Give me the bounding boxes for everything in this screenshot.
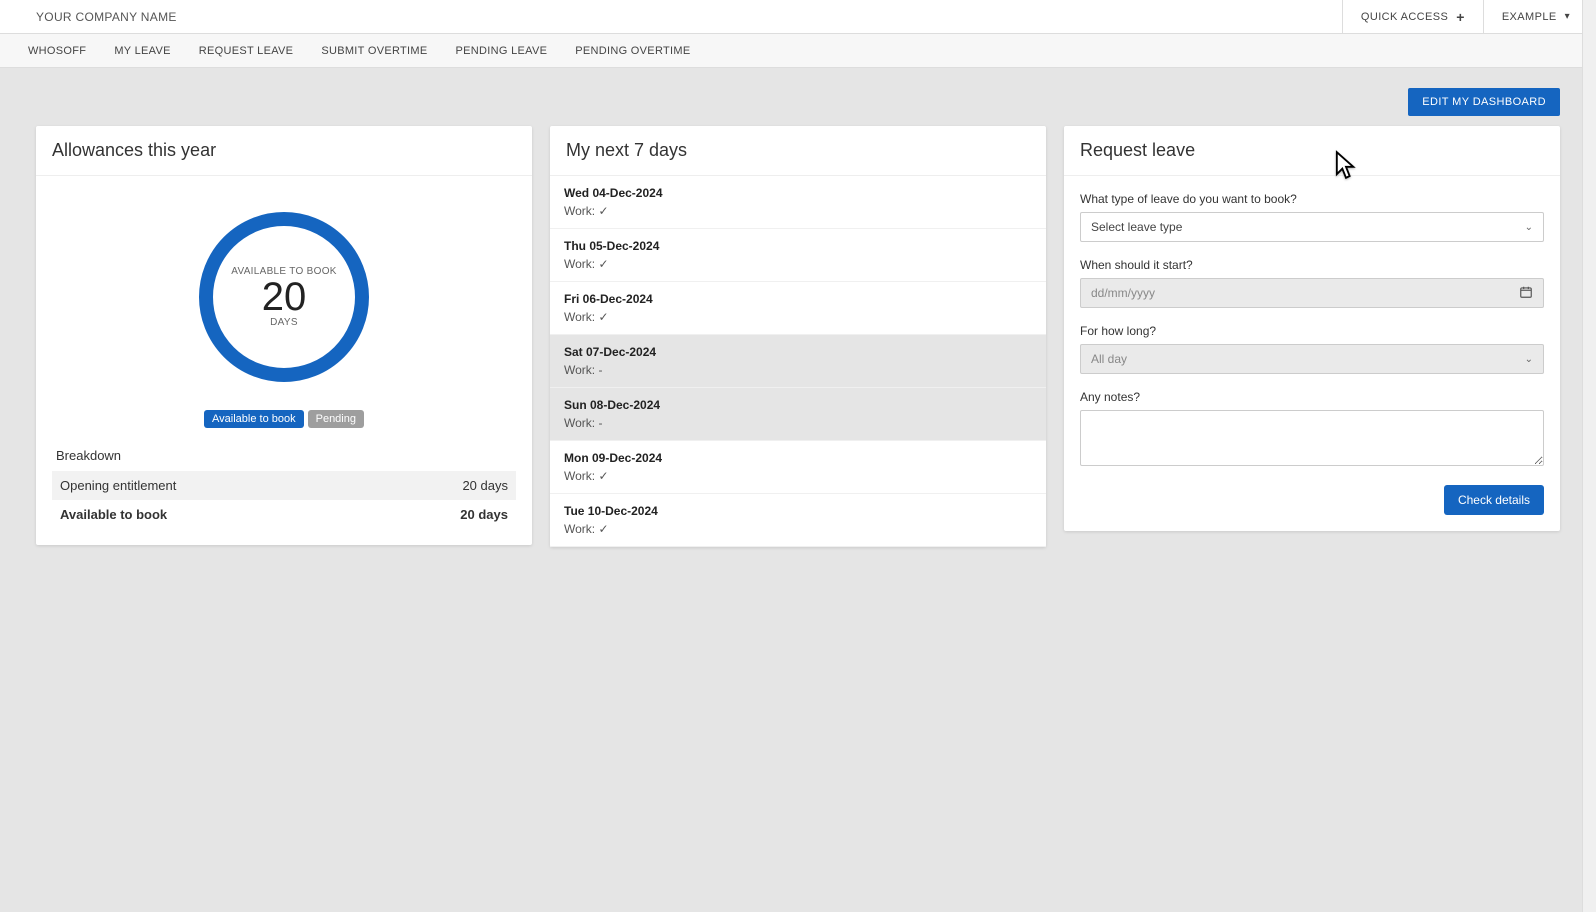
breakdown-value: 20 days: [365, 500, 516, 529]
breakdown-label: Available to book: [52, 500, 365, 529]
next-7-days-card: My next 7 days Wed 04-Dec-2024Work: ✓Thu…: [550, 126, 1046, 547]
scrollbar[interactable]: [1582, 0, 1596, 912]
quick-access-label: QUICK ACCESS: [1361, 11, 1448, 23]
day-date: Fri 06-Dec-2024: [564, 292, 1032, 306]
badge-pending[interactable]: Pending: [308, 410, 364, 428]
request-leave-title: Request leave: [1064, 126, 1560, 176]
day-row: Fri 06-Dec-2024 Work: ✓: [550, 282, 1046, 335]
breakdown-value: 20 days: [365, 471, 516, 500]
day-work-status: Work: ✓: [564, 310, 1032, 324]
day-work-status: Work: ✓: [564, 469, 1032, 483]
chevron-down-icon: ⌄: [1525, 354, 1533, 365]
start-date-label: When should it start?: [1080, 258, 1544, 272]
nav-pending-overtime[interactable]: PENDING OVERTIME: [575, 45, 690, 57]
day-work-status: Work: ✓: [564, 204, 1032, 218]
day-date: Wed 04-Dec-2024: [564, 186, 1032, 200]
duration-select[interactable]: All day ⌄: [1080, 344, 1544, 374]
day-row: Wed 04-Dec-2024 Work: ✓: [550, 176, 1046, 229]
nav-submit-overtime[interactable]: SUBMIT OVERTIME: [321, 45, 427, 57]
nav-whosoff[interactable]: WHOSOFF: [28, 45, 86, 57]
user-menu-label: EXAMPLE: [1502, 11, 1557, 23]
calendar-icon: [1519, 285, 1533, 302]
plus-icon: +: [1456, 9, 1465, 25]
day-date: Sat 07-Dec-2024: [564, 345, 1032, 359]
badge-available[interactable]: Available to book: [204, 410, 304, 428]
request-leave-card: Request leave What type of leave do you …: [1064, 126, 1560, 531]
next-7-days-title: My next 7 days: [550, 126, 1046, 176]
table-row: Opening entitlement20 days: [52, 471, 516, 500]
check-details-button[interactable]: Check details: [1444, 485, 1544, 515]
day-date: Sun 08-Dec-2024: [564, 398, 1032, 412]
day-row: Sun 08-Dec-2024 Work: -: [550, 388, 1046, 441]
chevron-down-icon: ⌄: [1525, 222, 1533, 233]
day-work-status: Work: -: [564, 363, 1032, 377]
edit-dashboard-button[interactable]: EDIT MY DASHBOARD: [1408, 88, 1560, 116]
day-date: Thu 05-Dec-2024: [564, 239, 1032, 253]
leave-type-label: What type of leave do you want to book?: [1080, 192, 1544, 206]
notes-textarea[interactable]: [1080, 410, 1544, 466]
day-work-status: Work: ✓: [564, 257, 1032, 271]
leave-type-select[interactable]: Select leave type ⌄: [1080, 212, 1544, 242]
day-row: Tue 10-Dec-2024 Work: ✓: [550, 494, 1046, 547]
day-row: Sat 07-Dec-2024 Work: -: [550, 335, 1046, 388]
nav-pending-leave[interactable]: PENDING LEAVE: [456, 45, 548, 57]
company-name: YOUR COMPANY NAME: [8, 10, 205, 24]
breakdown-title: Breakdown: [56, 448, 516, 463]
day-work-status: Work: -: [564, 416, 1032, 430]
duration-value: All day: [1091, 352, 1127, 366]
quick-access-button[interactable]: QUICK ACCESS +: [1342, 0, 1483, 34]
user-menu-button[interactable]: EXAMPLE ▾: [1483, 0, 1588, 34]
breakdown-label: Opening entitlement: [52, 471, 365, 500]
day-list: Wed 04-Dec-2024 Work: ✓ Thu 05-Dec-2024 Wor…: [550, 176, 1046, 547]
main-nav: WHOSOFF MY LEAVE REQUEST LEAVE SUBMIT OV…: [0, 34, 1596, 68]
start-date-input[interactable]: dd/mm/yyyy: [1080, 278, 1544, 308]
nav-my-leave[interactable]: MY LEAVE: [114, 45, 170, 57]
day-row: Thu 05-Dec-2024 Work: ✓: [550, 229, 1046, 282]
chevron-down-icon: ▾: [1565, 11, 1570, 22]
day-work-status: Work: ✓: [564, 522, 1032, 536]
duration-label: For how long?: [1080, 324, 1544, 338]
donut-unit: DAYS: [270, 317, 298, 328]
allowances-title: Allowances this year: [36, 126, 532, 176]
nav-request-leave[interactable]: REQUEST LEAVE: [199, 45, 294, 57]
leave-type-value: Select leave type: [1091, 220, 1182, 234]
day-row: Mon 09-Dec-2024 Work: ✓: [550, 441, 1046, 494]
notes-label: Any notes?: [1080, 390, 1544, 404]
table-row: Available to book20 days: [52, 500, 516, 529]
breakdown-table: Opening entitlement20 daysAvailable to b…: [52, 471, 516, 529]
day-date: Mon 09-Dec-2024: [564, 451, 1032, 465]
top-header: YOUR COMPANY NAME QUICK ACCESS + EXAMPLE…: [0, 0, 1596, 34]
donut-value: 20: [262, 277, 307, 317]
day-date: Tue 10-Dec-2024: [564, 504, 1032, 518]
allowances-card: Allowances this year AVAILABLE TO BOOK 2…: [36, 126, 532, 545]
start-date-placeholder: dd/mm/yyyy: [1091, 286, 1155, 300]
allowance-donut: AVAILABLE TO BOOK 20 DAYS: [199, 212, 369, 382]
